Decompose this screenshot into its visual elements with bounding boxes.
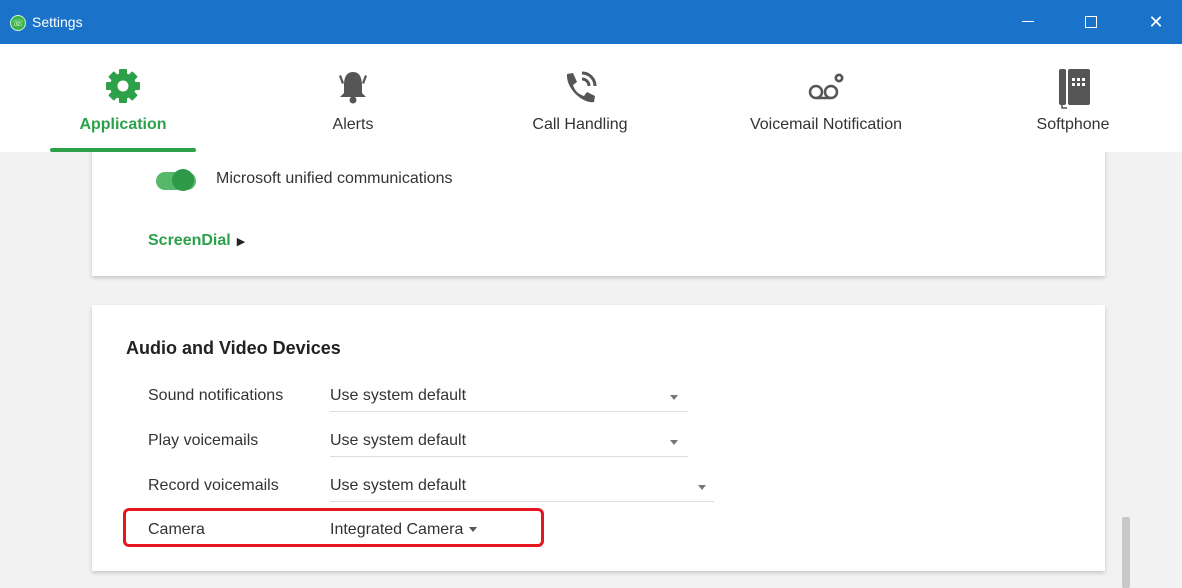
section-title: Audio and Video Devices <box>126 338 341 358</box>
select-value: Use system default <box>330 477 467 494</box>
integration-card: Microsoft unified communications ScreenD… <box>92 152 1105 276</box>
title-bar: ☏ Settings ✕ <box>0 0 1182 44</box>
app-logo-icon: ☏ <box>10 15 26 31</box>
screendial-label: ScreenDial <box>148 232 231 249</box>
select-value: Use system default <box>330 432 467 449</box>
tab-voicemail-notification[interactable]: Voicemail Notification <box>720 44 932 152</box>
maximize-icon <box>1085 16 1097 28</box>
gear-icon <box>103 66 143 111</box>
scrollbar-thumb[interactable] <box>1122 517 1130 588</box>
voicemail-icon <box>804 66 848 111</box>
audio-video-devices-card: Audio and Video Devices Sound notificati… <box>92 305 1105 571</box>
close-icon: ✕ <box>1148 12 1164 32</box>
tab-label: Voicemail Notification <box>749 116 903 133</box>
close-button[interactable]: ✕ <box>1134 0 1178 44</box>
play-voicemails-select[interactable]: Use system default <box>330 428 688 457</box>
desk-phone-icon <box>1053 66 1093 115</box>
window-title: Settings <box>32 14 83 30</box>
bell-icon <box>333 66 373 111</box>
tab-label: Application <box>79 116 167 133</box>
screendial-link[interactable]: ScreenDial ▶ <box>148 232 245 250</box>
chevron-down-icon <box>698 485 706 490</box>
phone-ringing-icon <box>558 66 602 115</box>
play-voicemails-label: Play voicemails <box>148 432 259 449</box>
expand-arrow-icon: ▶ <box>236 236 246 248</box>
tab-alerts[interactable]: Alerts <box>284 44 422 152</box>
tab-call-handling[interactable]: Call Handling <box>500 44 660 152</box>
microsoft-uc-toggle[interactable] <box>156 169 196 191</box>
tab-softphone[interactable]: Softphone <box>1010 44 1136 152</box>
minimize-button[interactable] <box>1006 0 1050 44</box>
maximize-button[interactable] <box>1069 0 1113 44</box>
tab-application[interactable]: Application <box>50 44 196 152</box>
tab-label: Softphone <box>1036 116 1110 133</box>
chevron-down-icon <box>670 395 678 400</box>
sound-notifications-select[interactable]: Use system default <box>330 383 688 412</box>
settings-content[interactable]: Microsoft unified communications ScreenD… <box>0 152 1182 588</box>
toggle-knob <box>172 169 194 191</box>
camera-highlight-box <box>123 508 544 547</box>
sound-notifications-label: Sound notifications <box>148 387 284 404</box>
tab-label: Alerts <box>332 116 374 133</box>
toggle-label: Microsoft unified communications <box>216 170 453 187</box>
record-voicemails-label: Record voicemails <box>148 477 279 494</box>
settings-tab-bar: Application Alerts Call Handling Voicema… <box>0 44 1182 152</box>
record-voicemails-select[interactable]: Use system default <box>330 473 714 502</box>
select-value: Use system default <box>330 387 467 404</box>
minimize-icon <box>1022 21 1034 22</box>
chevron-down-icon <box>670 440 678 445</box>
tab-label: Call Handling <box>532 116 628 133</box>
